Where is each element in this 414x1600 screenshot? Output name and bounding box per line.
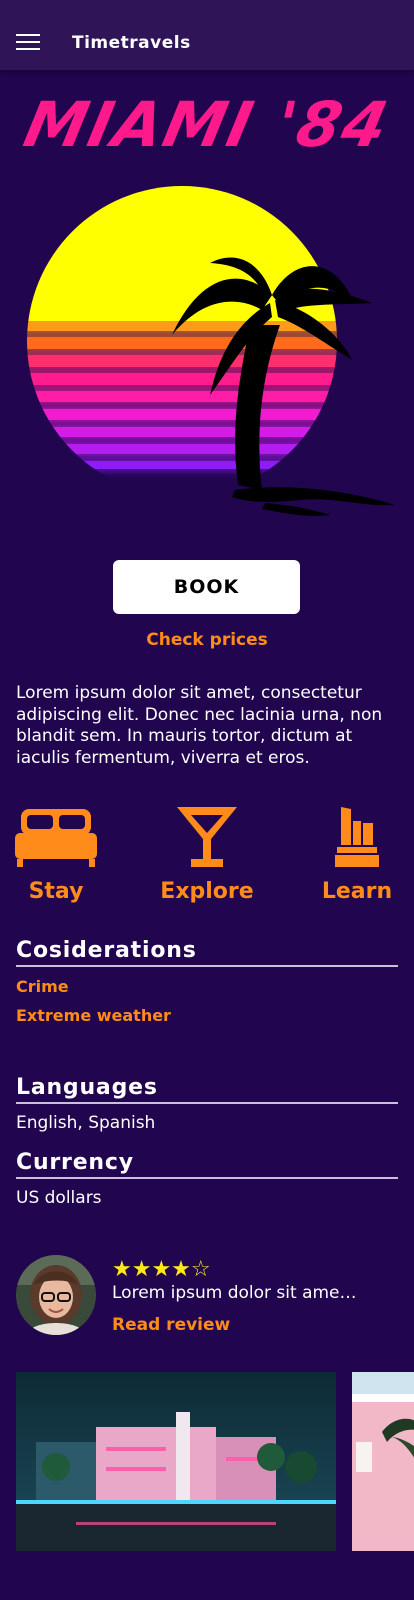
rating-stars: ★★★★☆ [112, 1257, 211, 1282]
feature-explore[interactable]: Explore [147, 805, 267, 904]
feature-stay[interactable]: Stay [0, 805, 116, 904]
languages-heading: Languages [16, 1075, 398, 1104]
currency-value: US dollars [16, 1188, 102, 1208]
feature-row: Stay Explore Learn [0, 805, 414, 905]
destination-description: Lorem ipsum dolor sit amet, consectetur … [16, 683, 383, 768]
bed-icon [15, 809, 97, 867]
hamburger-menu-icon[interactable] [16, 34, 40, 52]
currency-heading: Currency [16, 1150, 398, 1179]
review-card: ★★★★☆ Lorem ipsum dolor sit amet consect… [0, 1255, 414, 1340]
review-excerpt: Lorem ipsum dolor sit amet consectetur [112, 1283, 362, 1303]
book-button[interactable]: BOOK [113, 560, 300, 614]
feature-explore-label: Explore [160, 879, 254, 904]
app-title: Timetravels [72, 33, 191, 53]
feature-stay-label: Stay [28, 879, 84, 904]
hero-title: MIAMI '84 [18, 88, 396, 161]
reviewer-avatar [16, 1255, 96, 1335]
consideration-item[interactable]: Crime [16, 977, 69, 996]
feature-learn-label: Learn [321, 879, 393, 904]
gallery-photo-night-street[interactable] [16, 1372, 336, 1551]
languages-value: English, Spanish [16, 1113, 156, 1133]
feature-learn[interactable]: Learn [297, 805, 414, 904]
sunset-palm-illustration [27, 186, 395, 516]
gallery-photo-pink-house[interactable] [352, 1372, 414, 1551]
cocktail-icon [177, 807, 237, 867]
check-prices-link[interactable]: Check prices [0, 630, 414, 650]
photo-gallery[interactable] [0, 1372, 414, 1552]
monument-icon [335, 807, 379, 867]
read-review-link[interactable]: Read review [112, 1315, 230, 1335]
app-bar: Timetravels [0, 0, 414, 70]
considerations-heading: Cosiderations [16, 938, 398, 967]
consideration-item[interactable]: Extreme weather [16, 1006, 171, 1025]
